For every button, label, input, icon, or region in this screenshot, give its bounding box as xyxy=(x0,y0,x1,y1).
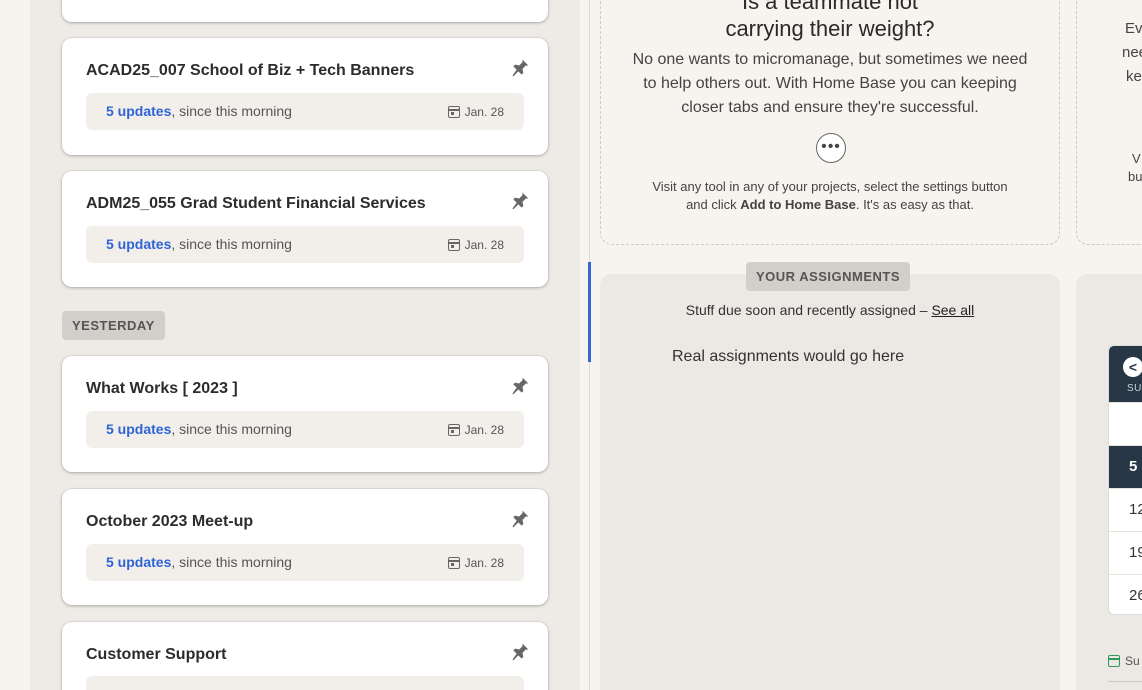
calendar-day[interactable]: 5 xyxy=(1129,458,1137,475)
assignments-subtitle-text: Stuff due soon and recently assigned – xyxy=(685,302,932,318)
update-since: , since this morning xyxy=(171,236,292,252)
calendar-icon xyxy=(1108,655,1120,667)
peek-text: nee xyxy=(1122,44,1142,61)
update-text: 5 updates, since this morning xyxy=(106,421,292,437)
date-label: Jan. 28 xyxy=(464,556,504,570)
assignments-placeholder: Real assignments would go here xyxy=(672,348,905,365)
card-title: October 2023 Meet-up xyxy=(86,513,254,530)
update-text: 5 updates, since this morning xyxy=(106,103,292,119)
pinned-panel: ACAD25_007 School of Biz + Tech Banners … xyxy=(30,0,580,690)
pin-icon[interactable] xyxy=(510,642,530,662)
update-summary: 5 updates, since this morning Jan. 28 xyxy=(86,411,524,448)
see-all-link[interactable]: See all xyxy=(931,302,974,318)
date-label: Jan. 28 xyxy=(464,105,504,119)
scroll-indicator[interactable] xyxy=(588,262,591,362)
date-label: Jan. 28 xyxy=(464,423,504,437)
updates-link[interactable]: 5 updates xyxy=(106,236,171,252)
calendar-header: < SU xyxy=(1109,346,1142,402)
home-base-tip-card: Is a teammate not carrying their weight?… xyxy=(600,0,1060,245)
tip-heading: Is a teammate not carrying their weight? xyxy=(601,0,1059,42)
chevron-left-icon[interactable]: < xyxy=(1123,357,1142,377)
tip-footer-action: Add to Home Base xyxy=(740,197,856,212)
calendar-day[interactable]: 19 xyxy=(1129,544,1142,561)
tip-body: No one wants to micromanage, but sometim… xyxy=(632,51,1028,116)
update-since: , since this morning xyxy=(171,554,292,570)
peek-text: bu xyxy=(1128,169,1142,184)
card-title: ACAD25_007 School of Biz + Tech Banners xyxy=(86,62,415,79)
pinned-card[interactable]: Customer Support xyxy=(62,622,548,690)
divider xyxy=(1108,681,1142,682)
pinned-card[interactable]: What Works [ 2023 ] 5 updates, since thi… xyxy=(62,356,548,472)
pinned-card-partial[interactable] xyxy=(62,0,548,22)
card-title: ADM25_055 Grad Student Financial Service… xyxy=(86,195,426,212)
peek-text: ke xyxy=(1126,68,1142,85)
updates-link[interactable]: 5 updates xyxy=(106,554,171,570)
pin-icon[interactable] xyxy=(510,509,530,529)
assignments-card: YOUR ASSIGNMENTS Stuff due soon and rece… xyxy=(600,262,1060,690)
pinned-card[interactable]: ADM25_055 Grad Student Financial Service… xyxy=(62,171,548,287)
card-date: Jan. 28 xyxy=(447,105,504,119)
assignments-subtitle: Stuff due soon and recently assigned – S… xyxy=(600,302,1060,318)
pinned-card[interactable]: October 2023 Meet-up 5 updates, since th… xyxy=(62,489,548,605)
calendar-icon xyxy=(447,106,460,118)
calendar-week-row[interactable] xyxy=(1109,402,1142,445)
update-text: 5 updates, since this morning xyxy=(106,554,292,570)
updates-link[interactable]: 5 updates xyxy=(106,103,171,119)
update-text: 5 updates, since this morning xyxy=(106,236,292,252)
pin-icon[interactable] xyxy=(510,191,530,211)
updates-link[interactable]: 5 updates xyxy=(106,421,171,437)
pinned-card[interactable]: ACAD25_007 School of Biz + Tech Banners … xyxy=(62,38,548,155)
schedule-footer-text: Su xyxy=(1125,654,1140,668)
assignments-label: YOUR ASSIGNMENTS xyxy=(746,262,911,291)
peek-text: V xyxy=(1132,151,1141,166)
calendar-week-row-active[interactable]: 5 xyxy=(1109,445,1142,488)
section-label-yesterday: YESTERDAY xyxy=(62,311,165,340)
weekday-label: SU xyxy=(1127,383,1142,394)
tip-heading-line2: carrying their weight? xyxy=(725,16,935,41)
card-title: What Works [ 2023 ] xyxy=(86,380,238,397)
schedule-footer: Su xyxy=(1108,654,1140,668)
calendar-icon xyxy=(447,557,460,569)
calendar-day[interactable]: 12 xyxy=(1129,501,1142,518)
more-options-icon: ••• xyxy=(816,133,846,163)
update-summary xyxy=(86,676,524,690)
second-tip-card: Ev nee ke V bu xyxy=(1076,0,1142,245)
tip-heading-line1: Is a teammate not xyxy=(741,0,919,14)
tip-footer-end: . It's as easy as that. xyxy=(855,197,974,212)
card-date: Jan. 28 xyxy=(447,423,504,437)
pin-icon[interactable] xyxy=(510,376,530,396)
date-label: Jan. 28 xyxy=(464,238,504,252)
update-summary: 5 updates, since this morning Jan. 28 xyxy=(86,544,524,581)
calendar-week-row[interactable]: 26 xyxy=(1109,574,1142,614)
update-summary: 5 updates, since this morning Jan. 28 xyxy=(86,93,524,130)
update-summary: 5 updates, since this morning Jan. 28 xyxy=(86,226,524,263)
calendar-icon xyxy=(447,424,460,436)
calendar-week-row[interactable]: 12 xyxy=(1109,488,1142,531)
card-date: Jan. 28 xyxy=(447,556,504,570)
pin-icon[interactable] xyxy=(510,58,530,78)
calendar-day[interactable]: 26 xyxy=(1129,587,1142,604)
card-title: Customer Support xyxy=(86,646,227,663)
peek-text: Ev xyxy=(1125,20,1142,37)
tip-footer: Visit any tool in any of your projects, … xyxy=(641,178,1019,214)
mini-calendar: < SU 5 12 19 26 xyxy=(1108,345,1142,615)
schedule-card: < SU 5 12 19 26 Su xyxy=(1076,274,1142,690)
card-date: Jan. 28 xyxy=(447,238,504,252)
calendar-icon xyxy=(447,239,460,251)
update-since: , since this morning xyxy=(171,421,292,437)
calendar-week-row[interactable]: 19 xyxy=(1109,531,1142,574)
update-since: , since this morning xyxy=(171,103,292,119)
